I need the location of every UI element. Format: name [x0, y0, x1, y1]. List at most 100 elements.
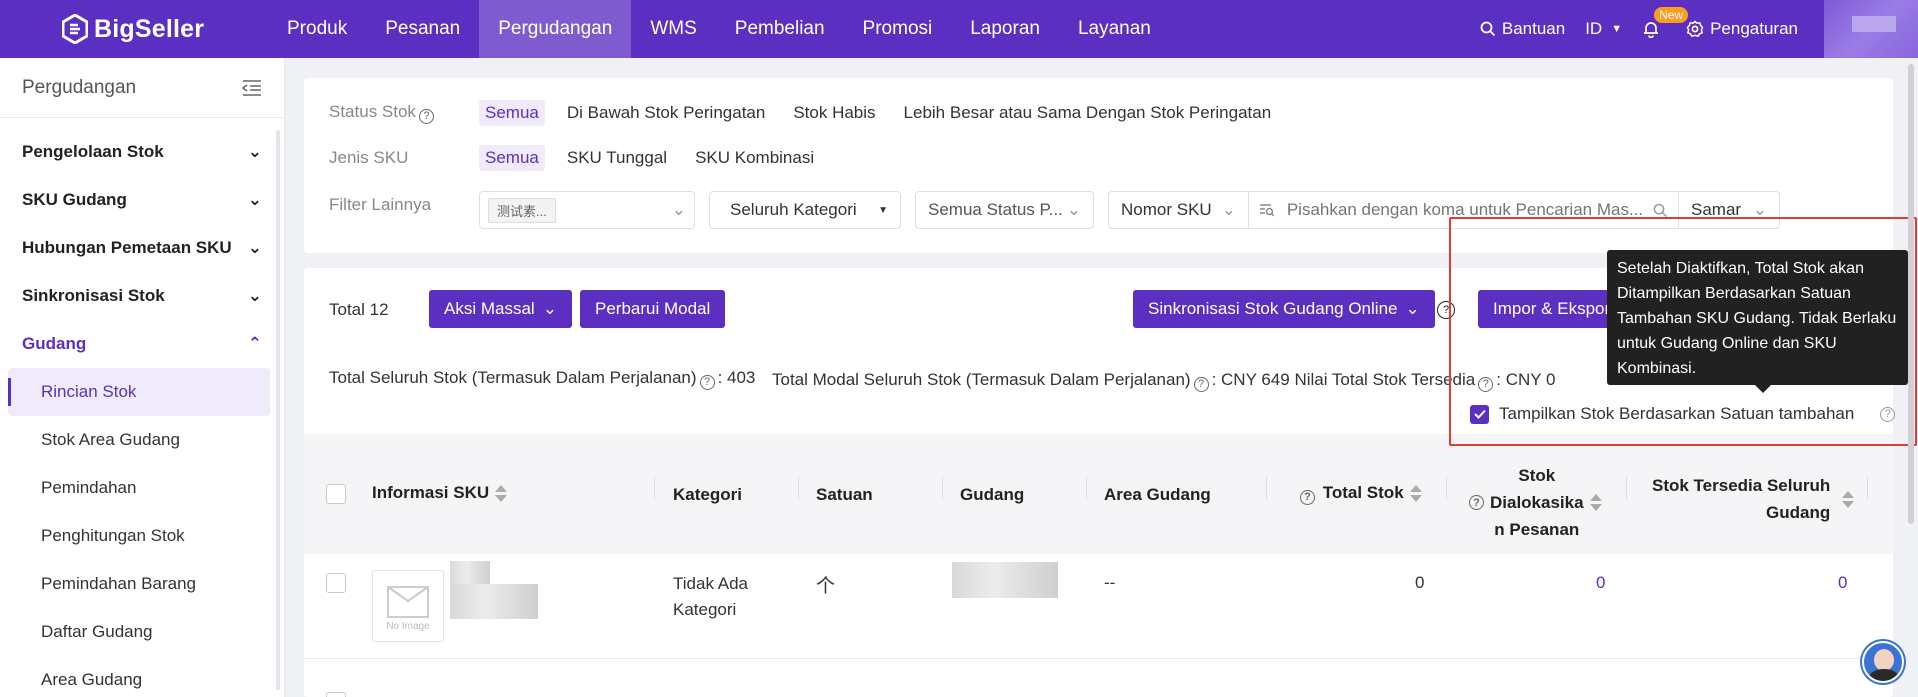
stock-status-select[interactable]: Semua Status P... ⌄ [915, 191, 1094, 229]
support-chat-avatar[interactable] [1862, 641, 1904, 683]
top-right-actions: Bantuan ID ▼ New Pengaturan [1480, 0, 1918, 58]
nav-produk[interactable]: Produk [268, 0, 366, 58]
search-field-select[interactable]: Nomor SKU ⌄ [1109, 192, 1249, 228]
show-by-extra-unit-checkbox[interactable] [1470, 404, 1489, 424]
sidebar-group-sku-mapping[interactable]: Hubungan Pemetaan SKU ⌄ [0, 224, 284, 272]
col-warehouse-area: Area Gudang [1104, 485, 1211, 504]
sidebar-header: Pergudangan [0, 58, 284, 118]
help-icon[interactable]: ? [1300, 489, 1315, 505]
nav-layanan[interactable]: Layanan [1059, 0, 1170, 58]
sort-icon[interactable] [1842, 491, 1852, 508]
type-option-single[interactable]: SKU Tunggal [561, 145, 673, 171]
sidebar-item-transfer[interactable]: Pemindahan [0, 464, 284, 512]
help-icon[interactable]: ? [1193, 376, 1209, 392]
sidebar-item-warehouse-list[interactable]: Daftar Gudang [0, 608, 284, 656]
bigseller-logo[interactable]: BigSeller [62, 14, 204, 44]
sort-icon[interactable] [1410, 485, 1420, 502]
help-icon[interactable]: ? [699, 374, 715, 390]
nav-pembelian[interactable]: Pembelian [716, 0, 844, 58]
sidebar-scrollbar[interactable] [276, 130, 280, 690]
col-category: Kategori [673, 485, 742, 504]
update-cost-button[interactable]: Perbarui Modal [580, 290, 726, 328]
sidebar-group-stock-sync[interactable]: Sinkronisasi Stok ⌄ [0, 272, 284, 320]
status-option-all[interactable]: Semua [479, 100, 545, 126]
sidebar-group-stock-management[interactable]: Pengelolaan Stok ⌄ [0, 128, 284, 176]
total-cost-label: Total Modal Seluruh Stok (Termasuk Dalam… [772, 370, 1191, 389]
sidebar-item-area-stock[interactable]: Stok Area Gudang [0, 416, 284, 464]
col-available-stock[interactable]: Stok Tersedia Seluruh Gudang [1652, 472, 1852, 526]
help-icon[interactable]: ? [418, 108, 434, 124]
nav-wms[interactable]: WMS [631, 0, 715, 58]
help-link[interactable]: Bantuan [1480, 19, 1565, 39]
chevron-down-icon: ⌄ [247, 190, 262, 209]
sync-label: Sinkronisasi Stok Gudang Online [1148, 299, 1398, 318]
table-row[interactable]: No Image Tidak Ada Kategori 个 -- 0 0 0 [304, 554, 1893, 659]
settings-link[interactable]: Pengaturan [1686, 19, 1798, 39]
show-by-extra-unit-toggle[interactable]: Tampilkan Stok Berdasarkan Satuan tambah… [1470, 404, 1898, 424]
settings-label: Pengaturan [1710, 19, 1798, 38]
total-cost-value: : CNY 649 [1211, 370, 1290, 389]
sidebar-item-stock-detail[interactable]: Rincian Stok [8, 368, 270, 416]
sidebar-item-goods-transfer[interactable]: Pemindahan Barang [0, 560, 284, 608]
search-icon[interactable] [1653, 203, 1668, 218]
sort-icon[interactable] [495, 485, 505, 502]
category-value: Seluruh Kategori [730, 200, 857, 219]
no-image-icon [387, 585, 429, 618]
gear-icon [1686, 20, 1704, 38]
sidebar-title: Pergudangan [22, 76, 137, 98]
col-sku-info[interactable]: Informasi SKU [372, 483, 505, 503]
sidebar-item-warehouse-area[interactable]: Area Gudang [0, 656, 284, 697]
status-option-below-warning[interactable]: Di Bawah Stok Peringatan [561, 100, 771, 126]
nav-pergudangan[interactable]: Pergudangan [479, 0, 632, 58]
top-navigation-bar: BigSeller Produk Pesanan Pergudangan WMS… [0, 0, 1918, 58]
help-icon[interactable]: ? [1469, 495, 1484, 510]
summary-total-stock: Total Seluruh Stok (Termasuk Dalam Perja… [329, 368, 755, 390]
total-stock-value: : 403 [717, 368, 756, 387]
col-total-stock[interactable]: ? Total Stok [1297, 483, 1420, 505]
col-allocated-stock[interactable]: ? Stok Dialokasika n Pesanan [1466, 462, 1600, 543]
notification-bell[interactable]: New [1642, 7, 1689, 38]
type-option-combo[interactable]: SKU Kombinasi [689, 145, 820, 171]
bulk-action-label: Aksi Massal [444, 299, 535, 318]
col-unit: Satuan [816, 485, 873, 504]
language-label: ID [1585, 19, 1603, 38]
row-checkbox[interactable] [326, 692, 346, 697]
row-unit: 个 [816, 576, 836, 597]
nav-pesanan[interactable]: Pesanan [366, 0, 479, 58]
sidebar-group-warehouse[interactable]: Gudang ⌃ [0, 320, 284, 368]
main-nav: Produk Pesanan Pergudangan WMS Pembelian… [268, 0, 1170, 58]
language-selector[interactable]: ID ▼ [1585, 19, 1622, 39]
row-allocated-stock[interactable]: 0 [1596, 573, 1605, 593]
chevron-down-icon: ⌄ [671, 200, 686, 219]
help-icon[interactable]: ? [1880, 406, 1896, 422]
row-available-stock[interactable]: 0 [1838, 573, 1847, 593]
new-badge: New [1654, 7, 1689, 23]
product-image-placeholder[interactable]: No Image [372, 570, 444, 642]
chevron-up-icon: ⌃ [247, 334, 262, 353]
nav-promosi[interactable]: Promosi [844, 0, 952, 58]
sort-icon[interactable] [1590, 494, 1600, 511]
page-scrollbar[interactable] [1908, 64, 1914, 524]
category-select[interactable]: Seluruh Kategori ▼ [709, 191, 901, 229]
search-icon [1480, 21, 1495, 37]
warehouse-select[interactable]: 测试素... ⌄ [479, 191, 695, 229]
collapse-menu-icon[interactable] [242, 79, 262, 97]
filter-row-sku-type: Jenis SKU Semua SKU Tunggal SKU Kombinas… [329, 145, 836, 171]
row-checkbox[interactable] [326, 573, 346, 593]
sidebar-group-warehouse-sku[interactable]: SKU Gudang ⌄ [0, 176, 284, 224]
nav-laporan[interactable]: Laporan [951, 0, 1059, 58]
chevron-down-icon: ⌄ [247, 142, 262, 161]
no-image-label: No Image [386, 620, 430, 632]
sync-online-stock-button[interactable]: Sinkronisasi Stok Gudang Online ⌄ [1133, 290, 1435, 328]
caret-down-icon: ▼ [1611, 23, 1623, 35]
status-option-out-of-stock[interactable]: Stok Habis [787, 100, 881, 126]
sidebar-item-stock-count[interactable]: Penghitungan Stok [0, 512, 284, 560]
other-filters-label: Filter Lainnya [329, 195, 432, 214]
type-option-all[interactable]: Semua [479, 145, 545, 171]
sidebar-group-label: Pengelolaan Stok [22, 142, 164, 161]
caret-down-icon: ▼ [878, 204, 888, 216]
status-option-above-warning[interactable]: Lebih Besar atau Sama Dengan Stok Pering… [898, 100, 1278, 126]
bulk-action-button[interactable]: Aksi Massal ⌄ [429, 290, 572, 328]
user-avatar[interactable] [1824, 0, 1918, 58]
select-all-checkbox[interactable] [326, 484, 346, 504]
